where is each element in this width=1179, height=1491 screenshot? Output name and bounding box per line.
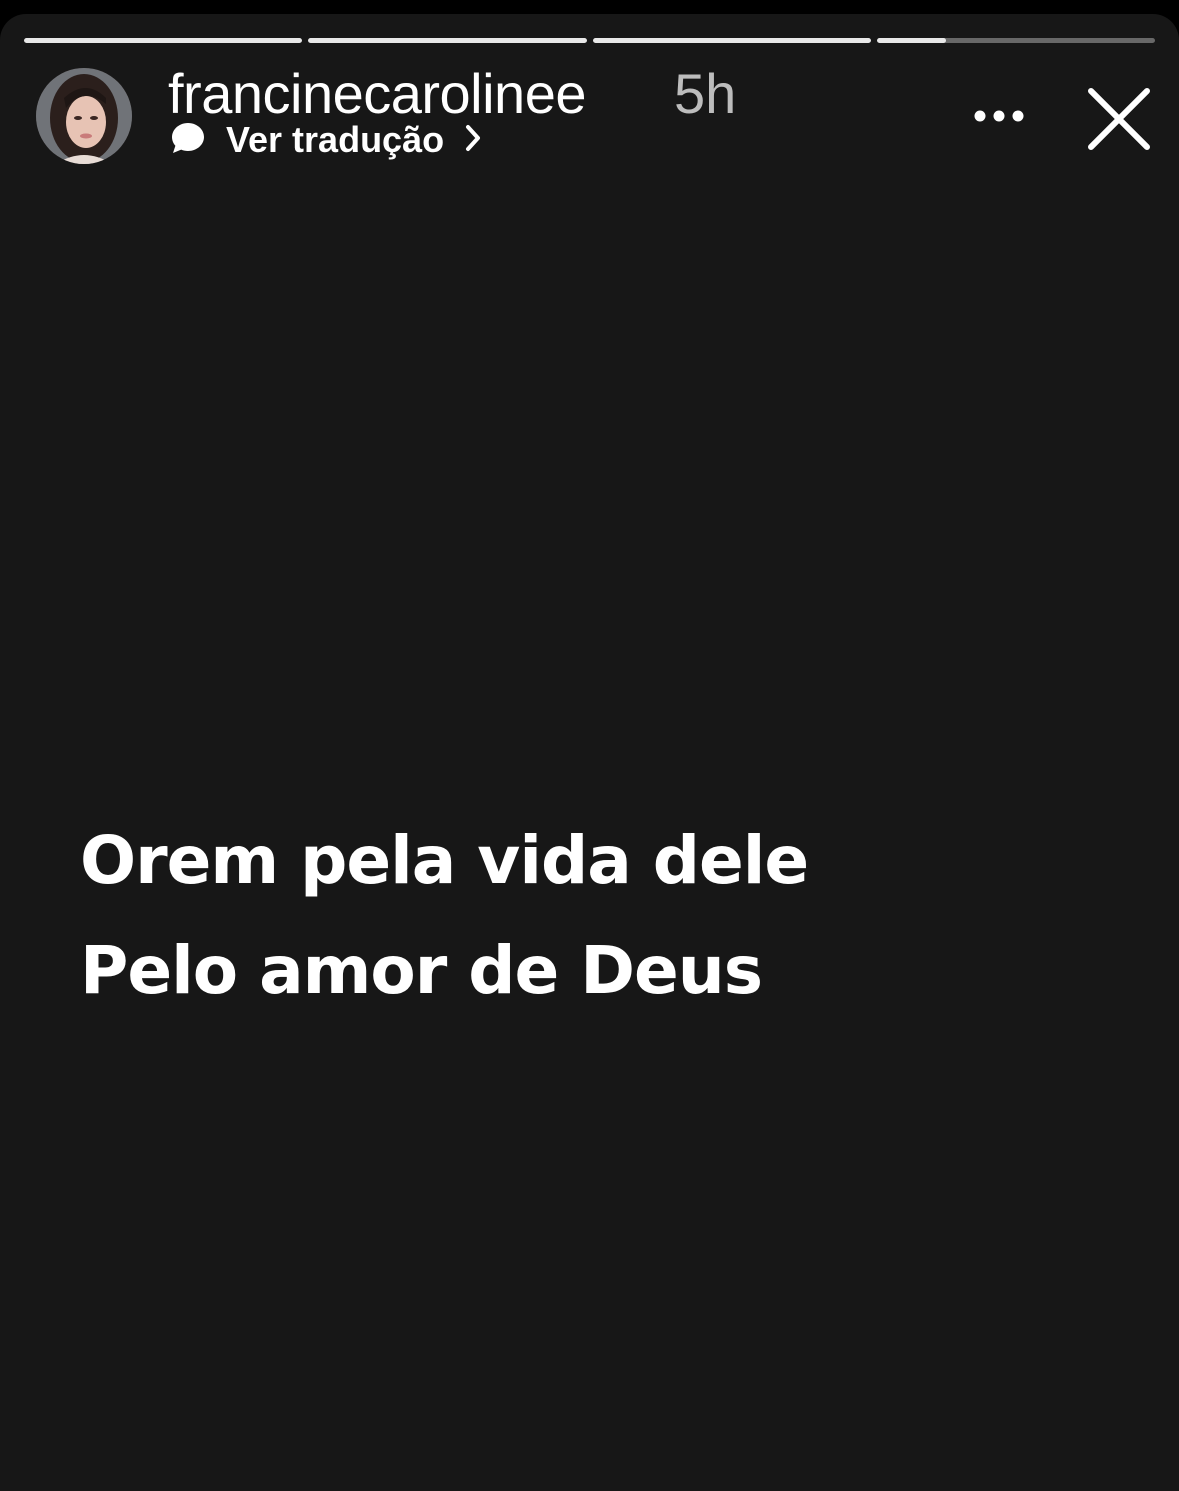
timestamp: 5h [674,62,737,125]
close-button[interactable] [1084,84,1154,154]
speech-bubble-icon [170,121,206,160]
progress-segment [876,38,1155,43]
progress-segment [24,38,303,43]
avatar[interactable] [36,68,132,164]
more-options-button[interactable] [966,96,1032,136]
more-dots-icon [974,110,1024,122]
close-icon [1088,88,1150,150]
chevron-right-icon [464,124,482,157]
story-text: Orem pela vida dele Pelo amor de Deus [80,806,809,1026]
story-progress-bar [24,38,1155,44]
story-text-line: Orem pela vida dele [80,822,809,899]
progress-segment [308,38,587,43]
progress-segment [592,38,871,43]
translate-label: Ver tradução [226,119,445,160]
username[interactable]: francinecarolinee [168,64,586,124]
story-viewer[interactable]: francinecarolinee 5h Ver tradução Orem p… [0,14,1179,1491]
translate-link[interactable]: Ver tradução [170,120,482,160]
story-text-line: Pelo amor de Deus [80,932,763,1009]
